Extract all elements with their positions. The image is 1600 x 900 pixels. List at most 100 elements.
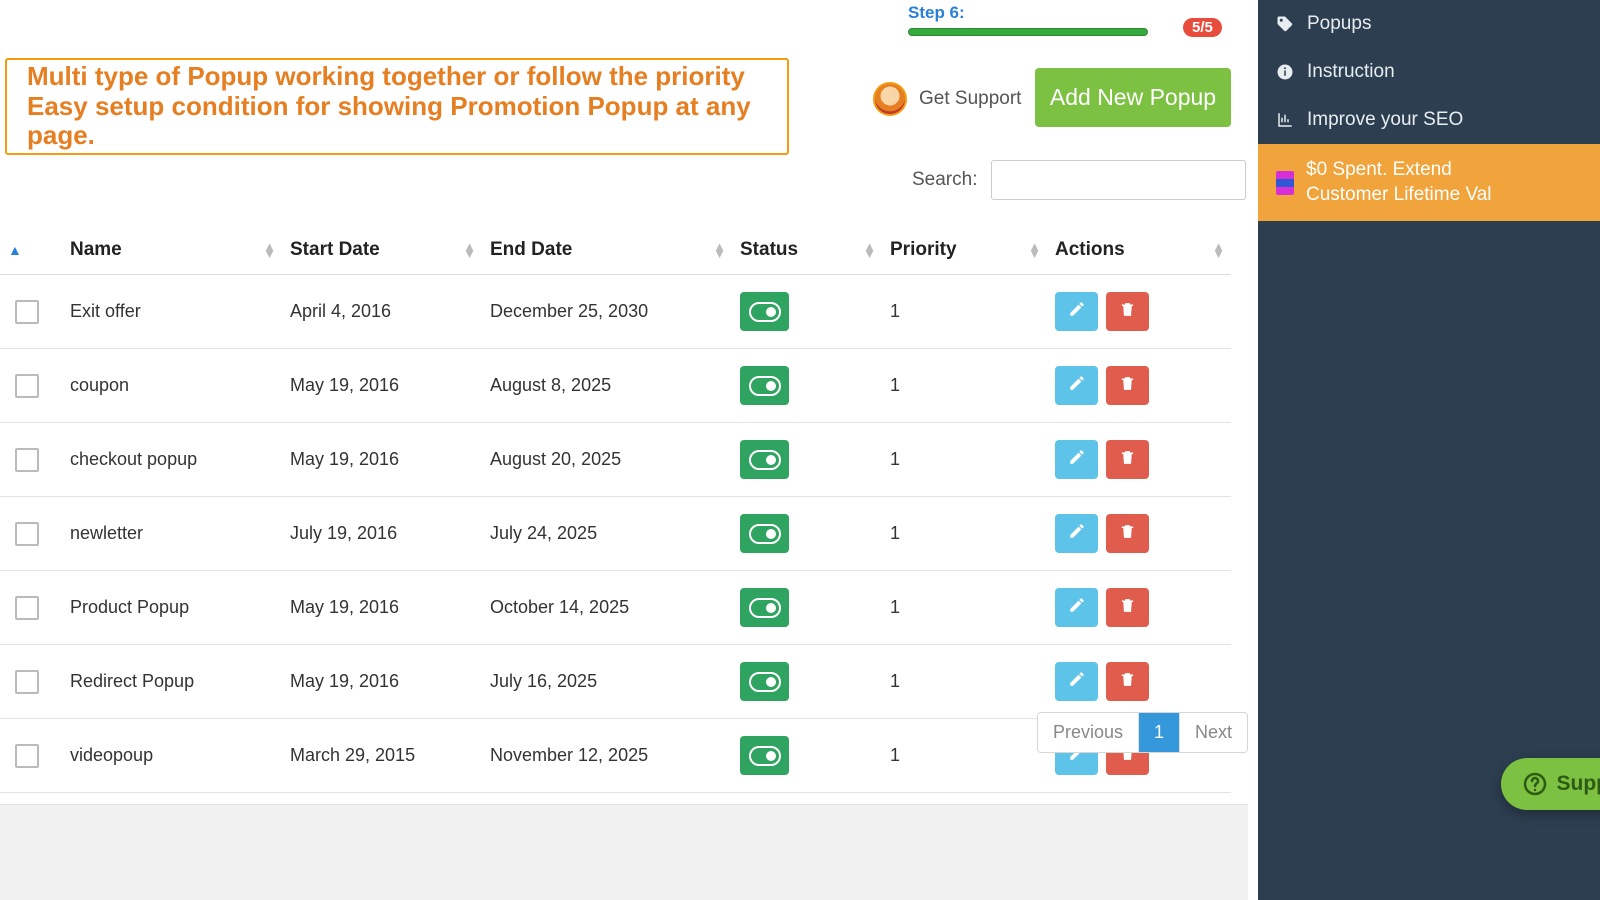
cell-end: August 20, 2025 — [482, 423, 732, 497]
cell-start: May 19, 2016 — [282, 645, 482, 719]
cell-priority: 1 — [882, 571, 1047, 645]
col-header-name[interactable]: Name ▲▼ — [62, 226, 282, 275]
cell-end: November 12, 2025 — [482, 719, 732, 793]
sort-icon: ▲▼ — [713, 243, 726, 257]
sort-icon: ▲▼ — [1028, 243, 1041, 257]
pencil-icon — [1068, 374, 1086, 397]
cell-priority: 1 — [882, 645, 1047, 719]
support-fab[interactable]: Suppor — [1501, 758, 1600, 810]
status-toggle[interactable] — [740, 662, 789, 701]
sort-icon: ▲▼ — [463, 243, 476, 257]
col-header-status[interactable]: Status ▲▼ — [732, 226, 882, 275]
row-checkbox[interactable] — [15, 522, 39, 546]
pagination-prev[interactable]: Previous — [1038, 713, 1139, 752]
cell-name: Exit offer — [62, 275, 282, 349]
edit-button[interactable] — [1055, 588, 1098, 627]
cell-name: coupon — [62, 349, 282, 423]
trash-icon — [1119, 375, 1136, 397]
delete-button[interactable] — [1106, 292, 1149, 331]
step-label: Step 6: — [908, 3, 965, 23]
row-checkbox[interactable] — [15, 670, 39, 694]
sidebar-item-popups[interactable]: Popups — [1258, 0, 1600, 48]
table-row: Product PopupMay 19, 2016October 14, 202… — [0, 571, 1231, 645]
status-toggle[interactable] — [740, 292, 789, 331]
delete-button[interactable] — [1106, 514, 1149, 553]
trash-icon — [1119, 523, 1136, 545]
row-checkbox[interactable] — [15, 300, 39, 324]
col-header-checkbox[interactable]: ▲ — [0, 226, 62, 275]
cell-end: October 14, 2025 — [482, 571, 732, 645]
cell-end: July 24, 2025 — [482, 497, 732, 571]
cell-end: August 8, 2025 — [482, 349, 732, 423]
add-new-popup-button[interactable]: Add New Popup — [1035, 68, 1231, 127]
sidebar-label-seo: Improve your SEO — [1307, 109, 1463, 131]
edit-button[interactable] — [1055, 514, 1098, 553]
edit-button[interactable] — [1055, 662, 1098, 701]
status-toggle[interactable] — [740, 440, 789, 479]
trash-icon — [1119, 449, 1136, 471]
col-header-end[interactable]: End Date ▲▼ — [482, 226, 732, 275]
sidebar-item-instruction[interactable]: Instruction — [1258, 48, 1600, 96]
status-toggle[interactable] — [740, 514, 789, 553]
cell-name: Product Popup — [62, 571, 282, 645]
cell-start: April 4, 2016 — [282, 275, 482, 349]
table-row: checkout popupMay 19, 2016August 20, 202… — [0, 423, 1231, 497]
fab-label: Suppor — [1557, 772, 1600, 796]
edit-button[interactable] — [1055, 292, 1098, 331]
tag-icon — [1276, 15, 1294, 33]
edit-button[interactable] — [1055, 366, 1098, 405]
col-header-start[interactable]: Start Date ▲▼ — [282, 226, 482, 275]
popups-table: ▲ Name ▲▼ Start Date ▲▼ End Date ▲▼ Stat… — [0, 226, 1231, 793]
row-checkbox[interactable] — [15, 744, 39, 768]
cell-name: Redirect Popup — [62, 645, 282, 719]
sort-icon: ▲▼ — [1212, 243, 1225, 257]
cell-start: May 19, 2016 — [282, 571, 482, 645]
edit-button[interactable] — [1055, 440, 1098, 479]
search-input[interactable] — [991, 160, 1246, 200]
sidebar: Popups Instruction Improve your SEO $0 S… — [1258, 0, 1600, 900]
info-icon — [1276, 63, 1294, 81]
support-link-label: Get Support — [919, 88, 1021, 110]
row-checkbox[interactable] — [15, 596, 39, 620]
footer — [0, 804, 1248, 900]
row-checkbox[interactable] — [15, 374, 39, 398]
trash-icon — [1119, 597, 1136, 619]
progress-badge: 5/5 — [1183, 18, 1222, 37]
support-avatar-icon — [873, 82, 907, 116]
delete-button[interactable] — [1106, 366, 1149, 405]
cell-start: March 29, 2015 — [282, 719, 482, 793]
delete-button[interactable] — [1106, 588, 1149, 627]
banner-line1: Multi type of Popup working together or … — [27, 62, 767, 92]
status-toggle[interactable] — [740, 588, 789, 627]
status-toggle[interactable] — [740, 736, 789, 775]
gift-icon — [1276, 171, 1294, 195]
status-toggle[interactable] — [740, 366, 789, 405]
sidebar-label-instruction: Instruction — [1307, 61, 1395, 83]
delete-button[interactable] — [1106, 440, 1149, 479]
sidebar-item-seo[interactable]: Improve your SEO — [1258, 96, 1600, 144]
cell-end: July 16, 2025 — [482, 645, 732, 719]
banner-line2: Easy setup condition for showing Promoti… — [27, 92, 767, 152]
delete-button[interactable] — [1106, 662, 1149, 701]
pagination: Previous 1 Next — [1037, 712, 1248, 753]
progress-bar — [908, 28, 1148, 36]
promo-line1: $0 Spent. Extend — [1306, 158, 1492, 183]
col-header-actions[interactable]: Actions ▲▼ — [1047, 226, 1231, 275]
trash-icon — [1119, 301, 1136, 323]
sidebar-item-promo[interactable]: $0 Spent. Extend Customer Lifetime Val — [1258, 144, 1600, 221]
row-checkbox[interactable] — [15, 448, 39, 472]
table-row: Exit offerApril 4, 2016December 25, 2030… — [0, 275, 1231, 349]
pencil-icon — [1068, 300, 1086, 323]
get-support-link[interactable]: Get Support — [873, 82, 1021, 116]
trash-icon — [1119, 671, 1136, 693]
promo-line2: Customer Lifetime Val — [1306, 183, 1492, 208]
chart-icon — [1276, 111, 1294, 129]
cell-start: July 19, 2016 — [282, 497, 482, 571]
pencil-icon — [1068, 522, 1086, 545]
promo-banner: Multi type of Popup working together or … — [5, 58, 789, 155]
pagination-page-1[interactable]: 1 — [1139, 713, 1180, 752]
pagination-next[interactable]: Next — [1180, 713, 1247, 752]
main-content: Step 6: 5/5 Multi type of Popup working … — [0, 0, 1258, 900]
cell-priority: 1 — [882, 423, 1047, 497]
col-header-priority[interactable]: Priority ▲▼ — [882, 226, 1047, 275]
